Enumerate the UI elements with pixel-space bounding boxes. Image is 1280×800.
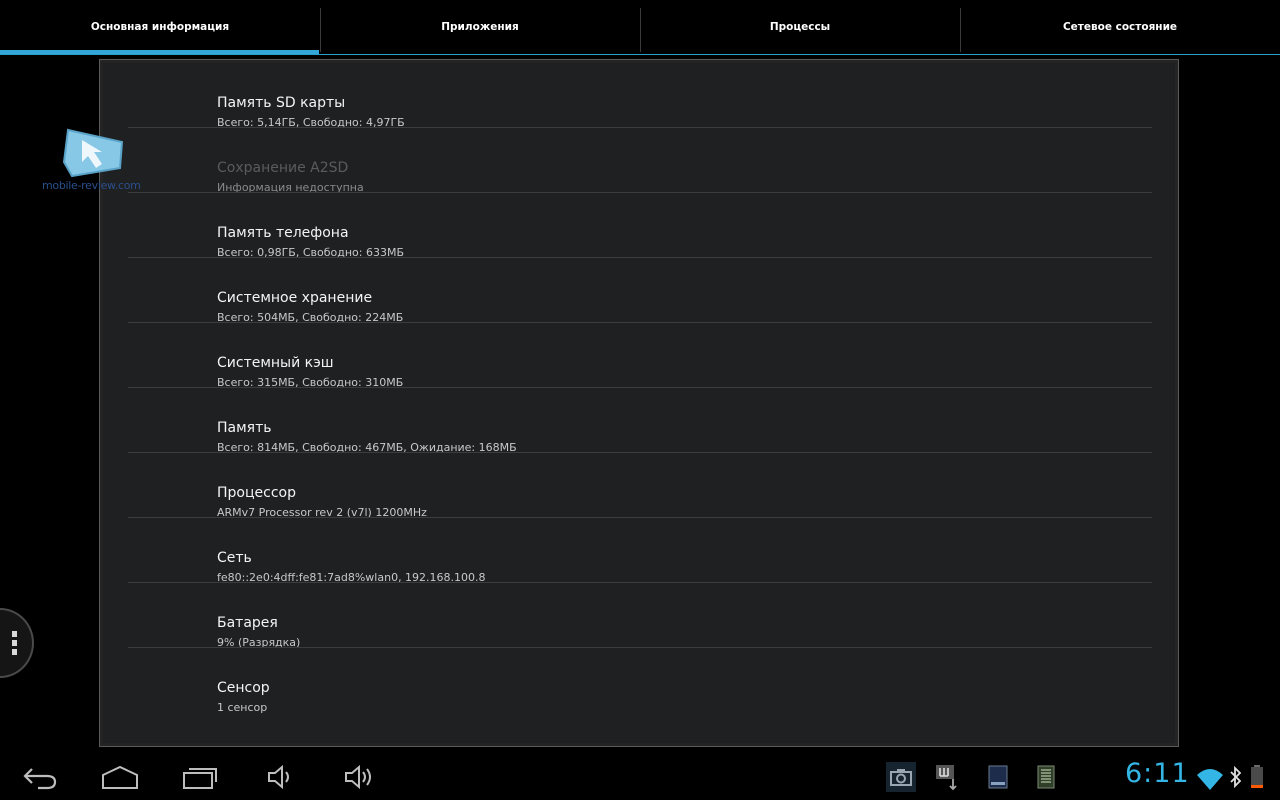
info-list[interactable]: Память SD карты Всего: 5,14ГБ, Свободно:… <box>103 63 1175 743</box>
item-title: Сеть <box>217 550 252 566</box>
item-title: Сохранение A2SD <box>217 160 349 176</box>
battery-status <box>1249 762 1265 792</box>
info-item-system-storage[interactable]: Системное хранение Всего: 504МБ, Свободн… <box>128 258 1152 324</box>
clock[interactable]: 6:11 <box>1125 758 1190 789</box>
item-title: Сенсор <box>217 680 270 696</box>
sd-card-icon <box>988 765 1008 789</box>
item-title: Системное хранение <box>217 290 373 306</box>
item-title: Память <box>217 420 272 436</box>
bluetooth-icon <box>1230 765 1242 789</box>
info-item-network[interactable]: Сеть fe80::2e0:4dff:fe81:7ad8%wlan0, 192… <box>128 518 1152 584</box>
item-title: Батарея <box>217 615 278 631</box>
item-title: Память телефона <box>217 225 349 241</box>
wifi-icon <box>1197 769 1223 790</box>
info-item-battery[interactable]: Батарея 9% (Разрядка) <box>128 583 1152 649</box>
item-title: Память SD карты <box>217 95 346 111</box>
tab-baseline <box>0 54 1280 55</box>
info-item-sensor[interactable]: Сенсор 1 сенсор <box>128 648 1152 714</box>
system-bar: 6:11 <box>0 752 1280 800</box>
tab-basic-info[interactable]: Основная информация <box>0 0 321 55</box>
back-icon <box>23 768 57 790</box>
tab-processes[interactable]: Процессы <box>640 0 961 54</box>
notification-icon <box>1037 765 1055 789</box>
tab-label: Процессы <box>769 21 831 33</box>
volume-down-icon <box>268 764 289 790</box>
notification-button[interactable] <box>1031 762 1061 792</box>
watermark-text: mobile-review.com <box>42 179 141 192</box>
overflow-menu-button[interactable] <box>0 608 34 678</box>
screenshot-button[interactable] <box>886 762 916 792</box>
bluetooth-status <box>1228 762 1244 792</box>
item-subtitle: 1 сенсор <box>217 701 268 714</box>
volume-up-icon <box>345 764 371 790</box>
info-item-a2sd: Сохранение A2SD Информация недоступна <box>128 128 1152 194</box>
overflow-menu-icon <box>12 631 18 658</box>
volume-down-button[interactable] <box>264 762 296 792</box>
battery-level-fill <box>1251 785 1263 788</box>
volume-up-button[interactable] <box>342 762 378 792</box>
tab-network-status[interactable]: Сетевое состояние <box>960 0 1280 54</box>
system-info-screen: Основная информация Приложения Процессы … <box>0 0 1280 800</box>
tab-applications[interactable]: Приложения <box>320 0 641 54</box>
recent-apps-icon <box>183 768 217 789</box>
tab-bar: Основная информация Приложения Процессы … <box>0 0 1280 56</box>
screenshot-icon <box>890 769 912 786</box>
sd-card-notification[interactable] <box>983 762 1013 792</box>
back-button[interactable] <box>20 762 60 792</box>
tab-label: Приложения <box>441 21 519 33</box>
info-item-memory[interactable]: Память Всего: 814МБ, Свободно: 467МБ, Ож… <box>128 388 1152 454</box>
home-icon <box>102 765 138 789</box>
info-item-processor[interactable]: Процессор ARMv7 Processor rev 2 (v7l) 12… <box>128 453 1152 519</box>
info-item-sd-card[interactable]: Память SD карты Всего: 5,14ГБ, Свободно:… <box>128 63 1152 129</box>
recent-apps-button[interactable] <box>182 762 222 792</box>
wifi-status <box>1196 762 1224 792</box>
watermark-logo: mobile-review.com <box>42 126 152 196</box>
item-title: Процессор <box>217 485 296 501</box>
info-item-phone-storage[interactable]: Память телефона Всего: 0,98ГБ, Свободно:… <box>128 193 1152 259</box>
home-button[interactable] <box>100 762 140 792</box>
info-item-system-cache[interactable]: Системный кэш Всего: 315МБ, Свободно: 31… <box>128 323 1152 389</box>
watermark-icon <box>62 128 124 178</box>
battery-icon <box>1251 765 1263 788</box>
item-title: Системный кэш <box>217 355 334 371</box>
usb-debugging-icon <box>936 765 957 791</box>
tab-label: Сетевое состояние <box>1062 21 1178 33</box>
usb-debugging-notification[interactable] <box>934 762 964 792</box>
info-panel: Память SD карты Всего: 5,14ГБ, Свободно:… <box>99 59 1179 747</box>
tab-label: Основная информация <box>90 21 230 33</box>
